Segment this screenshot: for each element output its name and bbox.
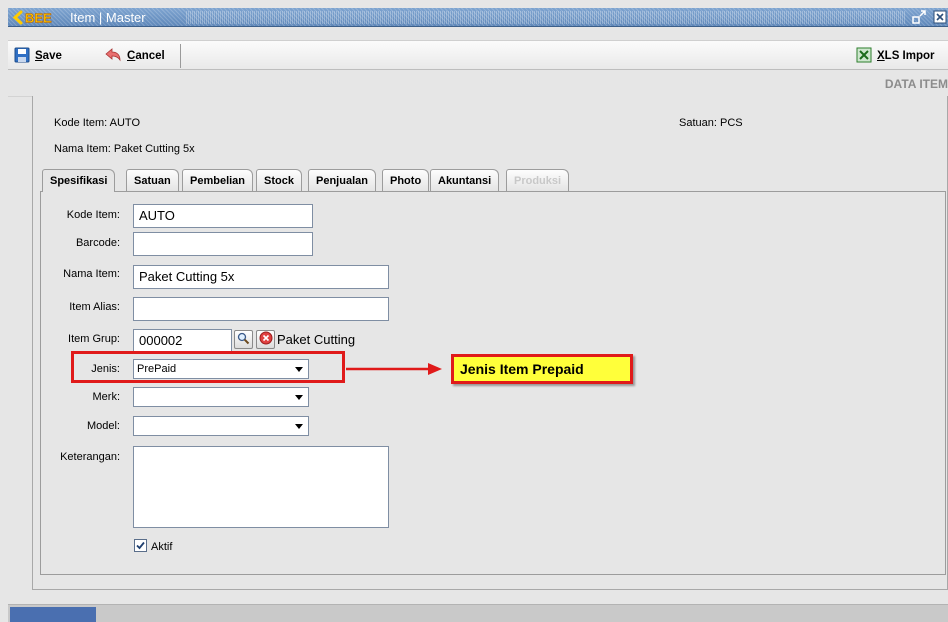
- annotation-highlight-box: [71, 351, 345, 383]
- checkbox-checked-icon: [134, 539, 147, 555]
- status-bar: [8, 604, 948, 622]
- keterangan-label: Keterangan:: [60, 451, 120, 463]
- item-grup-field[interactable]: 000002: [133, 329, 232, 353]
- header-kode-item-value: AUTO: [109, 117, 141, 129]
- close-window-icon[interactable]: [932, 10, 948, 25]
- tab-stock[interactable]: Stock: [256, 169, 302, 191]
- barcode-field[interactable]: [133, 232, 313, 256]
- chevron-down-icon: [295, 395, 303, 400]
- cancel-button[interactable]: Cancel: [104, 45, 165, 67]
- item-grup-description: Paket Cutting: [277, 332, 356, 347]
- toolbar-separator: [180, 44, 181, 68]
- nama-item-label: Nama Item:: [63, 268, 120, 280]
- logo-text: BEE: [25, 11, 52, 26]
- toolbar: Save Cancel XLS Impor: [8, 40, 948, 70]
- save-label: Save: [35, 50, 62, 62]
- chevron-down-icon: [295, 424, 303, 429]
- bee-logo: BEE: [12, 10, 66, 25]
- header-nama-item-label: Nama Item:: [54, 143, 111, 155]
- tab-pembelian[interactable]: Pembelian: [182, 169, 254, 191]
- nama-item-field[interactable]: Paket Cutting 5x: [133, 265, 389, 289]
- taskbar-tab[interactable]: [10, 607, 96, 622]
- window-title: Item | Master: [70, 10, 146, 25]
- excel-icon: [856, 47, 872, 66]
- xls-import-button[interactable]: XLS Impor: [856, 45, 935, 67]
- header-satuan: Satuan: PCS: [679, 117, 743, 129]
- annotation-arrow: [346, 363, 442, 375]
- clear-button[interactable]: [256, 330, 275, 349]
- undo-arrow-icon: [104, 47, 122, 66]
- tab-akuntansi[interactable]: Akuntansi: [430, 169, 500, 191]
- header-kode-item-label: Kode Item:: [54, 117, 108, 129]
- merk-label: Merk:: [92, 391, 121, 403]
- restore-window-icon[interactable]: [911, 10, 927, 25]
- header-kode-item: Kode Item: AUTO: [54, 117, 140, 129]
- model-label: Model:: [86, 420, 120, 432]
- model-dropdown[interactable]: [133, 416, 309, 436]
- save-button[interactable]: Save: [14, 45, 62, 67]
- tab-penjualan[interactable]: Penjualan: [308, 169, 376, 191]
- keterangan-field[interactable]: [133, 446, 389, 528]
- header-satuan-value: PCS: [719, 117, 743, 129]
- header-nama-item-value: Paket Cutting 5x: [113, 143, 195, 155]
- magnifier-icon: [237, 332, 250, 348]
- cancel-label: Cancel: [127, 50, 165, 62]
- merk-dropdown[interactable]: [133, 387, 309, 407]
- aktif-label: Aktif: [151, 541, 173, 553]
- tab-produksi: Produksi: [506, 169, 570, 191]
- tab-photo[interactable]: Photo: [382, 169, 430, 191]
- xls-label: XLS Impor: [877, 50, 935, 62]
- item-alias-label: Item Alias:: [69, 301, 120, 313]
- red-x-circle-icon: [259, 331, 273, 348]
- tab-spesifikasi[interactable]: Spesifikasi: [42, 169, 116, 192]
- floppy-disk-icon: [14, 47, 30, 66]
- title-bar-texture: [186, 11, 906, 24]
- annotation-callout: Jenis Item Prepaid: [451, 354, 633, 384]
- kode-item-field[interactable]: AUTO: [133, 204, 313, 228]
- kode-item-label: Kode Item:: [66, 209, 120, 221]
- search-button[interactable]: [234, 330, 253, 349]
- item-grup-label: Item Grup:: [68, 333, 120, 345]
- title-bar: BEE Item | Master: [8, 8, 948, 27]
- barcode-label: Barcode:: [75, 237, 120, 249]
- section-title: DATA ITEM: [884, 77, 948, 91]
- header-satuan-label: Satuan:: [679, 117, 717, 129]
- header-nama-item: Nama Item: Paket Cutting 5x: [54, 143, 195, 155]
- aktif-checkbox[interactable]: Aktif: [134, 539, 172, 555]
- tab-satuan[interactable]: Satuan: [126, 169, 179, 191]
- item-alias-field[interactable]: [133, 297, 389, 321]
